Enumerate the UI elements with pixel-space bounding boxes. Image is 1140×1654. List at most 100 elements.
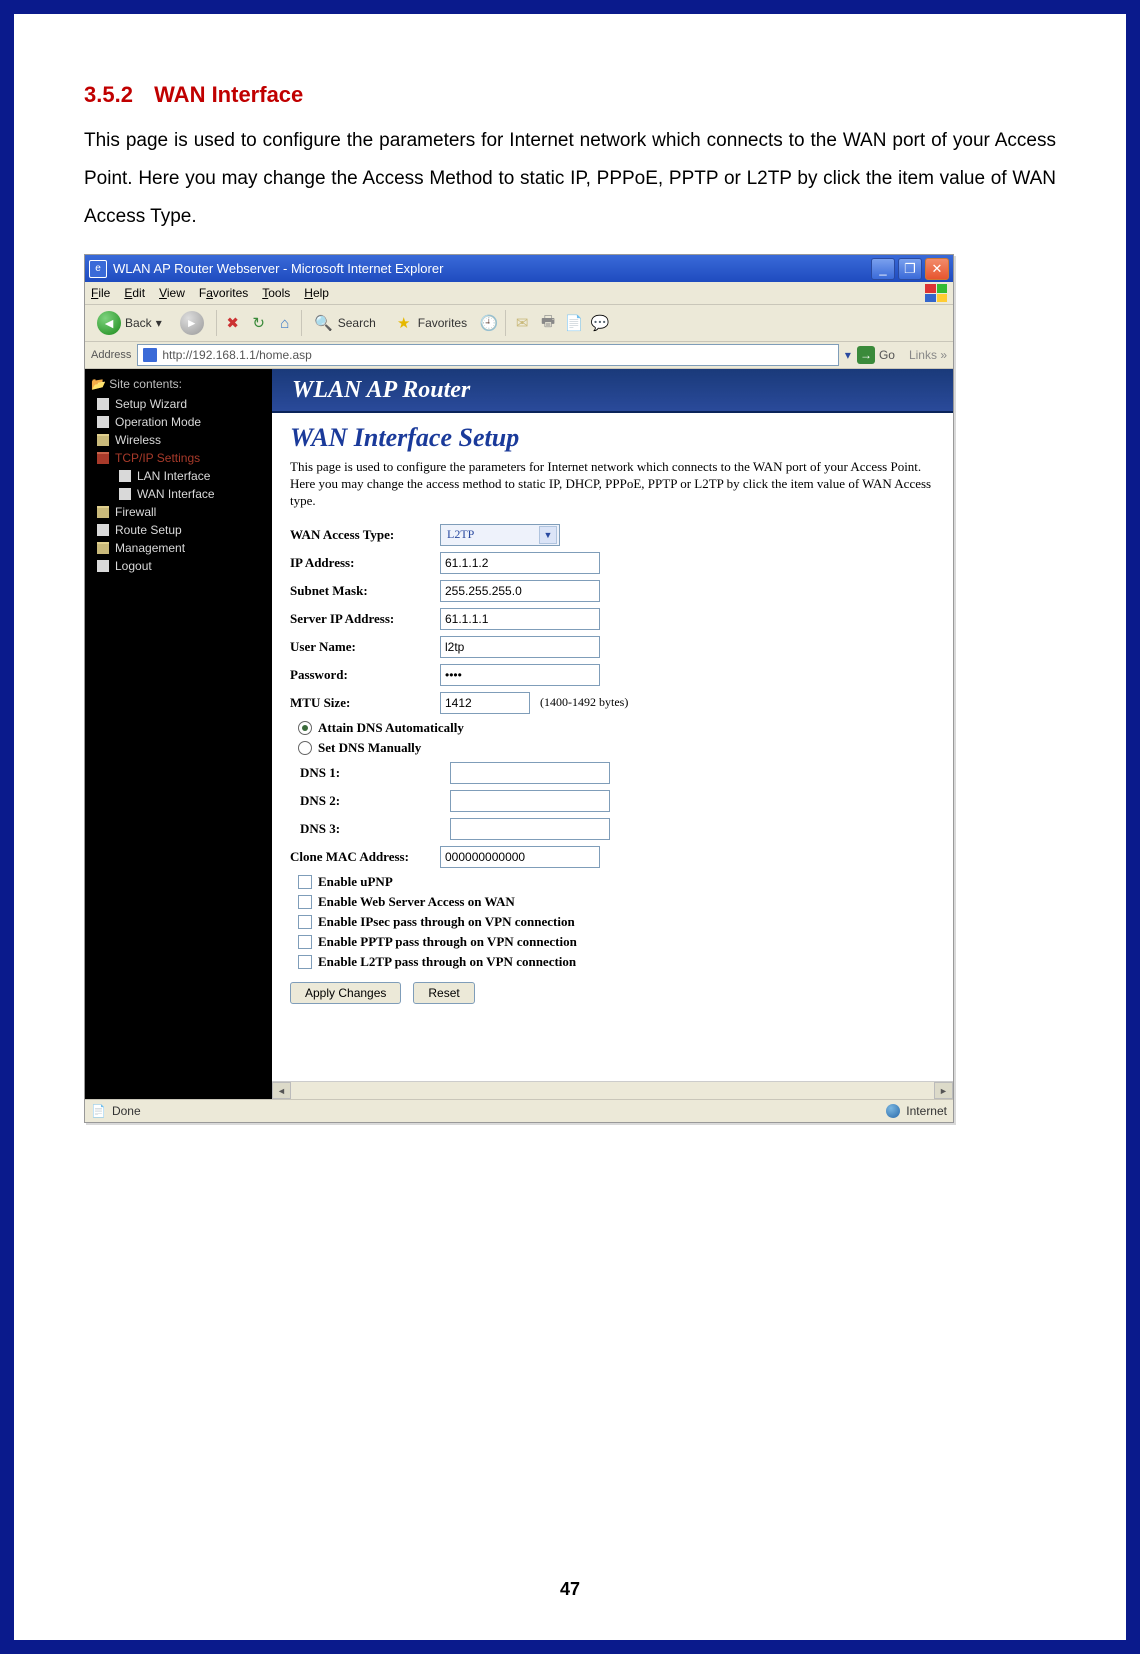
folder-icon bbox=[97, 506, 109, 518]
go-icon: → bbox=[857, 346, 875, 364]
sidebar-item[interactable]: Wireless bbox=[91, 431, 266, 449]
dns2-input[interactable] bbox=[450, 790, 610, 812]
menu-file[interactable]: File bbox=[91, 286, 110, 300]
row-server-ip: Server IP Address: bbox=[290, 608, 935, 630]
page-icon bbox=[119, 470, 131, 482]
row-user-name: User Name: bbox=[290, 636, 935, 658]
radio-icon bbox=[298, 741, 312, 755]
horizontal-scrollbar[interactable]: ◄ ► bbox=[272, 1081, 953, 1099]
stop-icon[interactable]: ✖ bbox=[223, 313, 243, 333]
checkbox-row[interactable]: Enable PPTP pass through on VPN connecti… bbox=[298, 934, 935, 950]
sidebar-item[interactable]: TCP/IP Settings bbox=[91, 449, 266, 467]
menu-tools[interactable]: Tools bbox=[262, 286, 290, 300]
checkbox-icon bbox=[298, 915, 312, 929]
checkbox-label: Enable PPTP pass through on VPN connecti… bbox=[318, 934, 577, 950]
mtu-input[interactable] bbox=[440, 692, 530, 714]
row-dns2: DNS 2: bbox=[290, 790, 935, 812]
row-dns1: DNS 1: bbox=[290, 762, 935, 784]
ip-address-input[interactable] bbox=[440, 552, 600, 574]
row-wan-access-type: WAN Access Type: L2TP ▼ bbox=[290, 524, 935, 546]
page-icon bbox=[97, 560, 109, 572]
sidebar-item[interactable]: Management bbox=[91, 539, 266, 557]
row-password: Password: bbox=[290, 664, 935, 686]
wan-access-type-select[interactable]: L2TP ▼ bbox=[440, 524, 560, 546]
back-button[interactable]: ◄ Back ▾ bbox=[91, 309, 168, 337]
print-icon[interactable]: 🖶 bbox=[538, 313, 558, 333]
sidebar-item[interactable]: Route Setup bbox=[91, 521, 266, 539]
folder-open-icon bbox=[97, 452, 109, 464]
page-icon bbox=[97, 524, 109, 536]
clone-mac-input[interactable] bbox=[440, 846, 600, 868]
dns-auto-radio[interactable]: Attain DNS Automatically bbox=[298, 720, 935, 736]
user-name-input[interactable] bbox=[440, 636, 600, 658]
section-heading: 3.5.2 WAN Interface bbox=[84, 82, 1056, 108]
forward-button[interactable]: ► bbox=[174, 309, 210, 337]
sidebar-item[interactable]: LAN Interface bbox=[91, 467, 266, 485]
sidebar-item-label: Setup Wizard bbox=[115, 397, 187, 411]
scroll-right-icon[interactable]: ► bbox=[934, 1082, 953, 1099]
section-intro-text: This page is used to configure the param… bbox=[84, 122, 1056, 236]
home-icon[interactable]: ⌂ bbox=[275, 313, 295, 333]
sidebar-item[interactable]: Operation Mode bbox=[91, 413, 266, 431]
address-value: http://192.168.1.1/home.asp bbox=[162, 348, 311, 362]
sidebar-item[interactable]: Logout bbox=[91, 557, 266, 575]
status-done: Done bbox=[112, 1104, 141, 1118]
dns3-input[interactable] bbox=[450, 818, 610, 840]
go-button[interactable]: → Go bbox=[857, 346, 895, 364]
folder-icon bbox=[97, 434, 109, 446]
sidebar-item-label: Operation Mode bbox=[115, 415, 201, 429]
menu-help[interactable]: Help bbox=[304, 286, 329, 300]
discuss-icon[interactable]: 💬 bbox=[590, 313, 610, 333]
checkbox-row[interactable]: Enable Web Server Access on WAN bbox=[298, 894, 935, 910]
ie-toolbar: ◄ Back ▾ ► ✖ ↻ ⌂ 🔍 Search ★ Favor bbox=[85, 305, 953, 342]
server-ip-input[interactable] bbox=[440, 608, 600, 630]
sidebar-item-label: Firewall bbox=[115, 505, 156, 519]
checkbox-icon bbox=[298, 875, 312, 889]
search-button[interactable]: 🔍 Search bbox=[308, 311, 382, 335]
close-button[interactable]: ✕ bbox=[925, 258, 949, 280]
sidebar-item[interactable]: Setup Wizard bbox=[91, 395, 266, 413]
reset-button[interactable]: Reset bbox=[413, 982, 474, 1004]
sidebar-item[interactable]: Firewall bbox=[91, 503, 266, 521]
page-icon bbox=[97, 398, 109, 410]
maximize-button[interactable]: ❐ bbox=[898, 258, 922, 280]
sidebar-item-label: WAN Interface bbox=[137, 487, 215, 501]
sidebar-item-label: Management bbox=[115, 541, 185, 555]
sidebar-item-label: Route Setup bbox=[115, 523, 182, 537]
edit-icon[interactable]: 📄 bbox=[564, 313, 584, 333]
wan-setup-panel: WAN Interface Setup This page is used to… bbox=[272, 413, 953, 1081]
checkbox-row[interactable]: Enable uPNP bbox=[298, 874, 935, 890]
row-clone-mac: Clone MAC Address: bbox=[290, 846, 935, 868]
dns-manual-radio[interactable]: Set DNS Manually bbox=[298, 740, 935, 756]
checkbox-row[interactable]: Enable IPsec pass through on VPN connect… bbox=[298, 914, 935, 930]
favorites-button[interactable]: ★ Favorites bbox=[388, 311, 473, 335]
mail-icon[interactable]: ✉ bbox=[512, 313, 532, 333]
address-label: Address bbox=[91, 349, 131, 361]
radio-icon bbox=[298, 721, 312, 735]
checkbox-icon bbox=[298, 895, 312, 909]
star-icon: ★ bbox=[394, 313, 414, 333]
forward-icon: ► bbox=[180, 311, 204, 335]
address-input[interactable]: http://192.168.1.1/home.asp bbox=[137, 344, 839, 366]
menu-favorites[interactable]: Favorites bbox=[199, 286, 248, 300]
password-input[interactable] bbox=[440, 664, 600, 686]
page-icon bbox=[97, 416, 109, 428]
panel-title: WAN Interface Setup bbox=[290, 423, 935, 453]
address-dropdown-icon[interactable]: ▾ bbox=[845, 348, 851, 362]
document-page-frame: 3.5.2 WAN Interface This page is used to… bbox=[0, 0, 1140, 1654]
sidebar-item[interactable]: WAN Interface bbox=[91, 485, 266, 503]
section-title: WAN Interface bbox=[154, 82, 303, 107]
apply-changes-button[interactable]: Apply Changes bbox=[290, 982, 401, 1004]
menu-edit[interactable]: Edit bbox=[124, 286, 145, 300]
subnet-mask-input[interactable] bbox=[440, 580, 600, 602]
links-label[interactable]: Links » bbox=[909, 348, 947, 362]
history-icon[interactable]: 🕘 bbox=[479, 313, 499, 333]
row-dns3: DNS 3: bbox=[290, 818, 935, 840]
menu-view[interactable]: View bbox=[159, 286, 185, 300]
dns1-input[interactable] bbox=[450, 762, 610, 784]
row-mtu: MTU Size: (1400-1492 bytes) bbox=[290, 692, 935, 714]
scroll-left-icon[interactable]: ◄ bbox=[272, 1082, 291, 1099]
minimize-button[interactable]: _ bbox=[871, 258, 895, 280]
checkbox-row[interactable]: Enable L2TP pass through on VPN connecti… bbox=[298, 954, 935, 970]
refresh-icon[interactable]: ↻ bbox=[249, 313, 269, 333]
